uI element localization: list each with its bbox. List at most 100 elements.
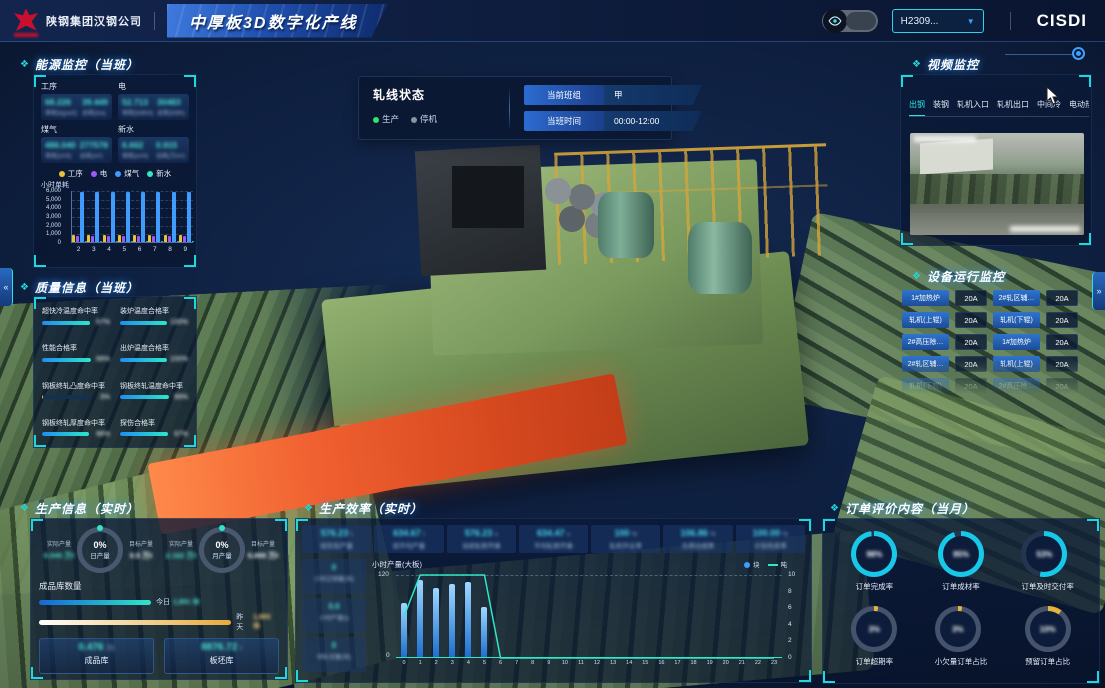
header-bar: 陕钢集团汉钢公司 中厚板3D数字化产线 H2309... ▼ CISDI — [0, 0, 1105, 42]
progress-fill — [120, 321, 167, 325]
bar-工序 — [164, 235, 167, 242]
field-label: 当班时间 — [524, 111, 604, 131]
field-label: 当前班组 — [524, 85, 604, 105]
device-button[interactable]: 轧机(下辊) — [902, 378, 949, 394]
bar-煤气 — [172, 192, 176, 242]
actual-value: 2.162 万t — [163, 550, 199, 561]
efficiency-unit: s — [495, 532, 498, 538]
quality-percent: 100% — [170, 356, 188, 363]
camera-feed-machinery — [910, 174, 1084, 205]
donut-chart: 3% — [851, 606, 897, 652]
legend-dot — [147, 171, 153, 177]
donut-chart: 10% — [1025, 606, 1071, 652]
field-value: 甲 — [604, 85, 702, 105]
energy-group-name: 新水 — [118, 124, 189, 135]
gauge-group: 实际产量0.045 万t0%日产量目标产量0.5 万t — [39, 527, 161, 573]
video-panel-node-button[interactable] — [1072, 47, 1085, 60]
donut-chart: 53% — [1021, 531, 1067, 577]
energy-unit: 总耗(万m³) — [156, 151, 185, 160]
device-button[interactable]: 2#高压除… — [902, 334, 949, 350]
right-tick-label: 0 — [788, 654, 792, 661]
stock-cards: 0.476 万t成品库8876.72 t板坯库 — [39, 638, 279, 674]
energy-metric: 52.713单耗(kWh/t) — [122, 97, 153, 117]
bar-新水 — [192, 241, 194, 243]
donut-label: 订单超期率 — [851, 656, 897, 667]
energy-metric: 68.226单耗(kgce/t) — [45, 97, 77, 117]
legend-label: 块 — [753, 562, 760, 569]
efficiency-cards: 576.23 t班实际产量634.67 t班平均产量576.23 s当班轧制节奏… — [302, 525, 805, 553]
actual-stat: 实际产量2.162 万t — [163, 539, 199, 561]
bar-煤气 — [141, 192, 145, 242]
quality-panel: 超快冷温度命中率97%装炉温度合格率100%性能合格率99%出炉温度合格率100… — [33, 296, 197, 448]
energy-group-card: 52.713单耗(kWh/t)30483总耗(kWh) — [118, 94, 189, 120]
expand-right-tab[interactable]: » — [1092, 272, 1105, 310]
energy-unit: 单耗(m³/t) — [45, 151, 76, 160]
energy-panel: 工序68.226单耗(kgce/t)39.449总耗(tce)电52.713单耗… — [33, 74, 197, 268]
bar-group — [103, 192, 118, 242]
legend-dot — [411, 117, 417, 123]
legend-item: 吨 — [768, 559, 788, 569]
efficiency-value: 634.47 s — [520, 528, 587, 538]
x-tick-label: 14 — [621, 660, 637, 666]
heat-number-dropdown[interactable]: H2309... ▼ — [892, 9, 984, 33]
x-tick-label: 2 — [71, 246, 86, 253]
tab-中间冷[interactable]: 中间冷 — [1037, 99, 1061, 116]
energy-group-card: 6.662单耗(m³/t) 0.915总耗(万m³) — [118, 137, 189, 163]
x-tick-label: 4 — [460, 660, 476, 666]
video-panel-title: 视频监控 — [912, 56, 979, 73]
efficiency-value: 576.23 t — [303, 528, 370, 538]
legend-item: 生产 — [373, 113, 399, 125]
visibility-toggle[interactable] — [822, 10, 878, 32]
y-tick-label: 2,000 — [46, 223, 61, 229]
y-tick-label: 4,000 — [46, 205, 61, 211]
tab-装钢[interactable]: 装钢 — [933, 99, 949, 116]
device-button[interactable]: 轧机(上辊) — [902, 312, 949, 328]
bar-电 — [152, 236, 155, 243]
stock-bar-value: 1,891 块 — [173, 597, 199, 607]
tab-轧机出口[interactable]: 轧机出口 — [997, 99, 1029, 116]
energy-metric: 0.915总耗(万m³) — [156, 140, 185, 160]
energy-group: 电52.713单耗(kWh/t)30483总耗(kWh) — [118, 81, 189, 120]
x-tick-label: 21 — [734, 660, 750, 666]
stock-card-value: 8876.72 t — [165, 642, 278, 653]
device-button[interactable]: 轧机(上辊) — [993, 356, 1040, 372]
donut-cell: 98%订单完成率 — [851, 531, 897, 596]
legend-dot — [744, 562, 750, 568]
energy-value: 486.040 — [45, 140, 76, 150]
device-button[interactable]: 2#轧区辅… — [902, 356, 949, 372]
device-button[interactable]: 2#轧区辅… — [993, 290, 1040, 306]
energy-groups: 工序68.226单耗(kgce/t)39.449总耗(tce)电52.713单耗… — [41, 81, 189, 163]
bar-煤气 — [111, 192, 115, 242]
device-current-value: 20A — [955, 290, 987, 306]
target-value: 0.5 万t — [123, 550, 159, 561]
page-title: 中厚板3D数字化产线 — [189, 9, 357, 33]
tab-电动热处理[interactable]: 电动热处理 — [1069, 99, 1089, 116]
energy-value: 0.915 — [156, 140, 185, 150]
energy-unit: 单耗(m³/t) — [122, 151, 148, 160]
legend-label: 新水 — [156, 169, 171, 178]
company-name: 陕钢集团汉钢公司 — [46, 13, 142, 29]
tab-轧机入口[interactable]: 轧机入口 — [957, 99, 989, 116]
device-button[interactable]: 1#加热炉 — [902, 290, 949, 306]
target-stat: 目标产量0.5 万t — [123, 539, 159, 561]
progress-fill — [42, 395, 43, 399]
quality-bar-row: 97% — [42, 319, 110, 326]
device-button[interactable]: 轧机(下辊) — [993, 312, 1040, 328]
energy-value: 6.662 — [122, 140, 148, 150]
energy-legend: 工序电煤气新水 — [41, 168, 189, 179]
legend-item: 块 — [744, 559, 760, 569]
camera-timestamp-overlay — [914, 136, 976, 142]
cisdi-logo: CISDI — [1037, 11, 1087, 31]
tab-出钢[interactable]: 出钢 — [909, 99, 925, 116]
collapse-left-tab[interactable]: « — [0, 268, 13, 306]
donut-value: 3% — [851, 606, 897, 652]
energy-unit: 单耗(kWh/t) — [122, 108, 153, 117]
bar-煤气 — [156, 192, 160, 242]
device-current-value: 20A — [1046, 356, 1078, 372]
camera-feed-wall — [920, 139, 993, 175]
quality-label: 性能合格率 — [42, 343, 110, 353]
device-button[interactable]: 2#高压除… — [993, 378, 1040, 394]
device-button[interactable]: 1#加热炉 — [993, 334, 1040, 350]
efficiency-side-boxes: 0小时过钢量(块)0.0小时产量(t)0待轧坯量(块) — [302, 559, 366, 672]
bar-group — [164, 192, 179, 242]
